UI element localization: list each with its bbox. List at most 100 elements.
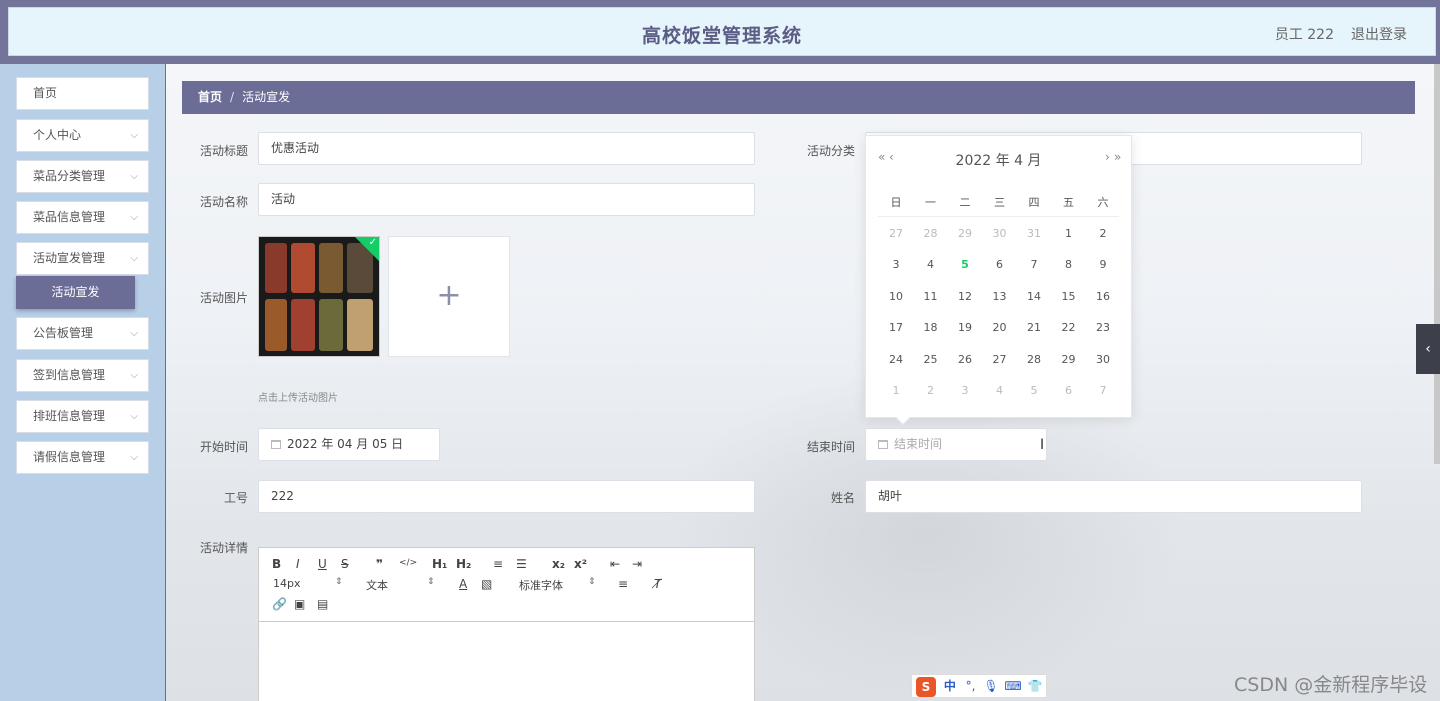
day-cell[interactable]: 21 (1019, 321, 1049, 334)
font-size-select[interactable]: 14px (273, 577, 301, 590)
day-cell[interactable]: 28 (916, 227, 946, 240)
h2-button[interactable]: H₂ (456, 557, 471, 571)
text-color-icon[interactable]: A (459, 577, 467, 591)
mic-icon[interactable]: 🎙 (983, 679, 998, 693)
breadcrumb-home[interactable]: 首页 (198, 90, 222, 104)
link-icon[interactable]: 🔗 (272, 597, 287, 611)
day-cell[interactable]: 7 (1088, 384, 1118, 397)
day-cell[interactable]: 7 (1019, 258, 1049, 271)
day-cell[interactable]: 6 (1054, 384, 1084, 397)
clear-format-icon[interactable]: T̸ (654, 577, 661, 591)
day-cell[interactable]: 20 (985, 321, 1015, 334)
day-cell[interactable]: 1 (1054, 227, 1084, 240)
page-scrollbar[interactable] (1434, 64, 1440, 464)
day-cell[interactable]: 9 (1088, 258, 1118, 271)
skin-icon[interactable]: 👕 (1028, 679, 1043, 693)
day-cell[interactable]: 3 (950, 384, 980, 397)
sidebar-item-leave[interactable]: 请假信息管理 ⌵ (16, 441, 149, 474)
sidebar-item-activity[interactable]: 活动宣发管理 ⌵ (16, 242, 149, 275)
day-cell[interactable]: 2 (916, 384, 946, 397)
day-cell[interactable]: 8 (1054, 258, 1084, 271)
code-button[interactable]: </> (399, 558, 417, 568)
day-cell[interactable]: 22 (1054, 321, 1084, 334)
day-cell[interactable]: 1 (881, 384, 911, 397)
sidebar-item-profile[interactable]: 个人中心 ⌵ (16, 119, 149, 152)
day-cell[interactable]: 12 (950, 290, 980, 303)
day-cell[interactable]: 24 (881, 353, 911, 366)
end-date-input[interactable]: 结束时间 (865, 428, 1047, 461)
underline-button[interactable]: U (318, 557, 327, 571)
day-cell[interactable]: 30 (985, 227, 1015, 240)
day-cell[interactable]: 31 (1019, 227, 1049, 240)
check-icon: ✓ (355, 237, 379, 261)
day-cell[interactable]: 2 (1088, 227, 1118, 240)
title-input[interactable]: 优惠活动 (258, 132, 755, 165)
day-cell[interactable]: 27 (985, 353, 1015, 366)
h1-button[interactable]: H₁ (432, 557, 447, 571)
sidebar-item-notice[interactable]: 公告板管理 ⌵ (16, 317, 149, 350)
text-type-select[interactable]: 文本 (366, 577, 388, 593)
day-cell[interactable]: 16 (1088, 290, 1118, 303)
day-cell[interactable]: 29 (1054, 353, 1084, 366)
name-input[interactable]: 活动 (258, 183, 755, 216)
day-cell[interactable]: 15 (1054, 290, 1084, 303)
sidebar-item-dish-category[interactable]: 菜品分类管理 ⌵ (16, 160, 149, 193)
align-icon[interactable]: ≡ (618, 577, 628, 591)
uploaded-image[interactable]: ✓ (258, 236, 380, 357)
day-cell[interactable]: 5 (950, 258, 980, 271)
next-year-button[interactable]: » (1114, 150, 1121, 164)
day-cell[interactable]: 13 (985, 290, 1015, 303)
blockquote-button[interactable]: ❞ (376, 557, 383, 571)
sidebar-item-home[interactable]: 首页 (16, 77, 149, 110)
italic-button[interactable]: I (296, 557, 300, 571)
logout-link[interactable]: 退出登录 (1351, 24, 1407, 44)
day-cell[interactable]: 17 (881, 321, 911, 334)
name2-input[interactable]: 胡叶 (865, 480, 1362, 513)
video-icon[interactable]: ▤ (317, 597, 328, 611)
font-family-select[interactable]: 标准字体 (519, 577, 563, 593)
empno-input[interactable]: 222 (258, 480, 755, 513)
day-cell[interactable]: 14 (1019, 290, 1049, 303)
ordered-list-button[interactable]: ≡ (493, 557, 503, 571)
upload-button[interactable]: + (388, 236, 510, 357)
weekday-label: 五 (1063, 196, 1074, 209)
outdent-button[interactable]: ⇤ (610, 557, 620, 571)
image-icon[interactable]: ▣ (294, 597, 305, 611)
day-cell[interactable]: 3 (881, 258, 911, 271)
day-cell[interactable]: 4 (985, 384, 1015, 397)
rich-text-editor[interactable]: B I U S ❞ </> H₁ H₂ ≡ ☰ x₂ x² ⇤ ⇥ 14px ⇕… (258, 547, 755, 701)
day-cell[interactable]: 28 (1019, 353, 1049, 366)
bullet-list-button[interactable]: ☰ (516, 557, 527, 571)
sidebar-item-checkin[interactable]: 签到信息管理 ⌵ (16, 359, 149, 392)
day-cell[interactable]: 29 (950, 227, 980, 240)
collapse-panel-button[interactable]: ‹ (1416, 324, 1440, 374)
start-date-input[interactable]: 2022 年 04 月 05 日 (258, 428, 440, 461)
keyboard-icon[interactable]: ⌨ (1004, 679, 1021, 693)
day-cell[interactable]: 27 (881, 227, 911, 240)
day-cell[interactable]: 6 (985, 258, 1015, 271)
day-cell[interactable]: 23 (1088, 321, 1118, 334)
day-cell[interactable]: 30 (1088, 353, 1118, 366)
day-cell[interactable]: 5 (1019, 384, 1049, 397)
ime-toolbar[interactable]: S 中 °, 🎙 ⌨ 👕 ▦ (911, 674, 1047, 698)
subscript-button[interactable]: x₂ (552, 557, 565, 571)
day-cell[interactable]: 25 (916, 353, 946, 366)
category-label: 活动分类 (806, 144, 855, 158)
strike-button[interactable]: S (341, 557, 349, 571)
superscript-button[interactable]: x² (574, 557, 587, 571)
day-cell[interactable]: 26 (950, 353, 980, 366)
day-cell[interactable]: 4 (916, 258, 946, 271)
day-cell[interactable]: 18 (916, 321, 946, 334)
day-cell[interactable]: 11 (916, 290, 946, 303)
sidebar-item-schedule[interactable]: 排班信息管理 ⌵ (16, 400, 149, 433)
sidebar-item-dish-info[interactable]: 菜品信息管理 ⌵ (16, 201, 149, 234)
next-month-button[interactable]: › (1105, 150, 1110, 164)
ime-mode[interactable]: 中 (944, 679, 956, 693)
sidebar-subitem-activity-promo[interactable]: 活动宣发 (16, 276, 135, 309)
punctuation-icon[interactable]: °, (966, 679, 976, 693)
bg-color-icon[interactable]: ▧ (481, 577, 492, 591)
bold-button[interactable]: B (272, 557, 281, 571)
day-cell[interactable]: 10 (881, 290, 911, 303)
day-cell[interactable]: 19 (950, 321, 980, 334)
indent-button[interactable]: ⇥ (632, 557, 642, 571)
